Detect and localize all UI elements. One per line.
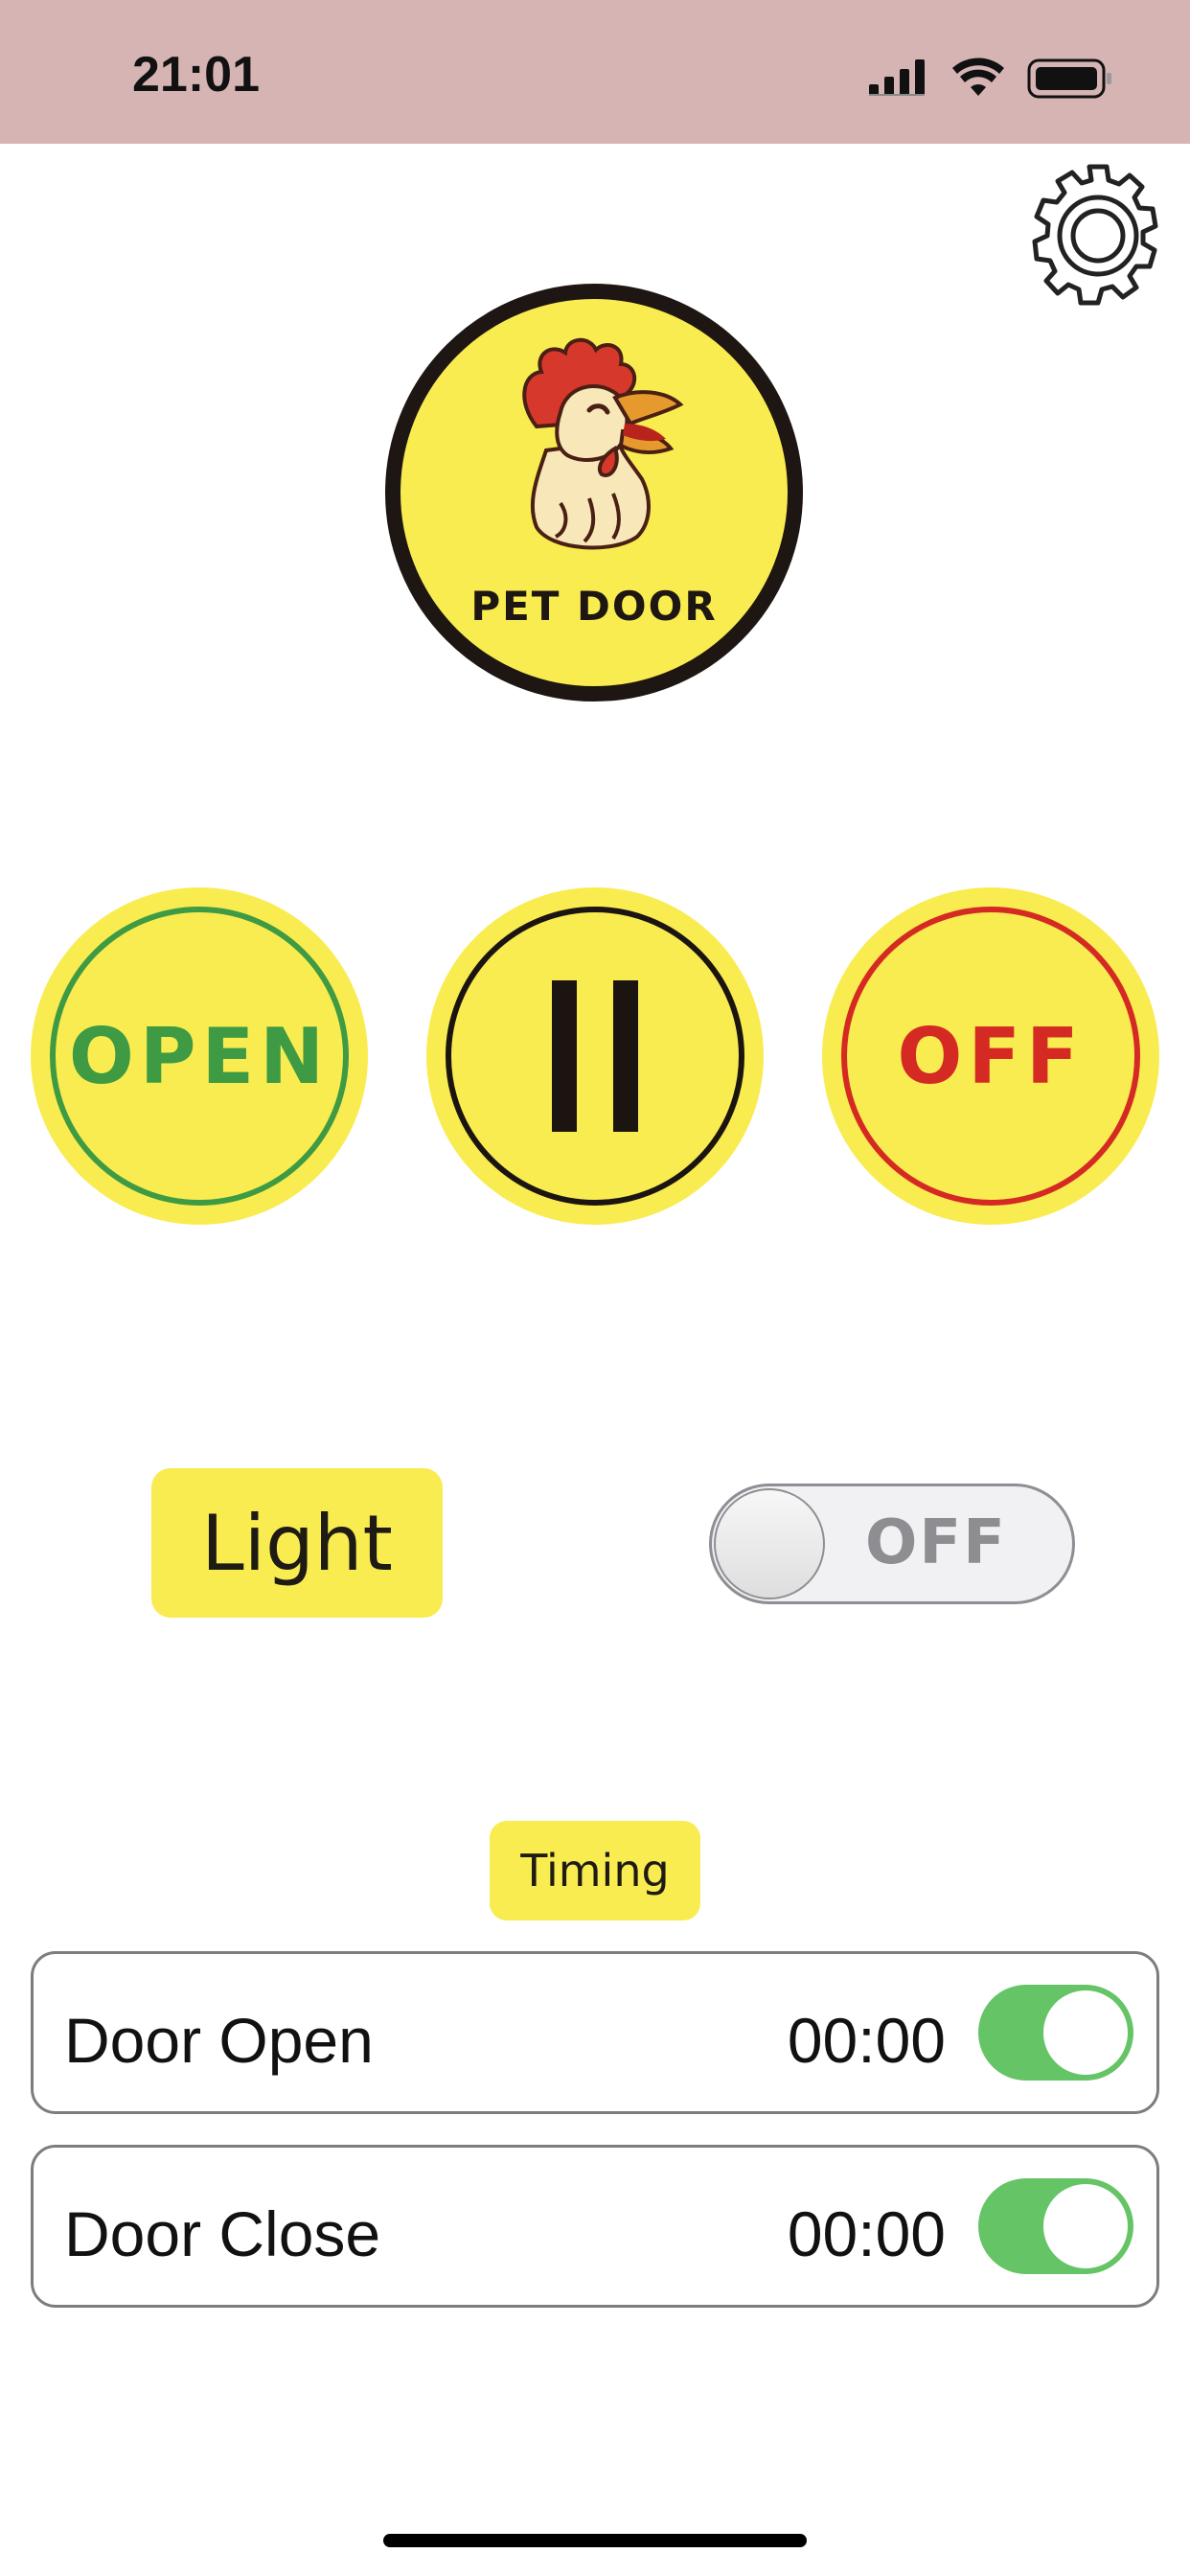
door-open-switch[interactable]: [978, 1985, 1133, 2081]
door-open-time[interactable]: 00:00: [788, 2004, 946, 2077]
app-screen: 21:01 PET DOOR OPEN OFF Light OFF Timing…: [0, 0, 1190, 2576]
open-button-label: OPEN: [68, 1011, 331, 1101]
off-button-label: OFF: [897, 1011, 1085, 1101]
pause-bar-right: [613, 980, 638, 1132]
light-toggle-knob[interactable]: [714, 1488, 825, 1599]
pet-door-logo: PET DOOR: [385, 284, 803, 702]
logo-text: PET DOOR: [470, 583, 718, 630]
door-close-timer-row[interactable]: Door Close 00:00: [31, 2145, 1159, 2308]
door-open-label: Door Open: [64, 2005, 374, 2076]
door-close-switch-knob: [1043, 2184, 1128, 2268]
door-close-switch[interactable]: [978, 2178, 1133, 2274]
light-toggle[interactable]: OFF: [709, 1484, 1075, 1604]
door-open-switch-knob: [1043, 1990, 1128, 2075]
pause-button-ring: [446, 907, 744, 1206]
home-indicator: [383, 2534, 807, 2547]
status-bar: 21:01: [0, 0, 1190, 144]
settings-button[interactable]: [1023, 161, 1173, 310]
door-close-label: Door Close: [64, 2198, 381, 2269]
light-toggle-state: OFF: [865, 1507, 1007, 1578]
gear-icon: [1032, 164, 1158, 306]
cellular-signal-icon: [869, 59, 925, 96]
status-time: 21:01: [132, 47, 260, 103]
door-close-time[interactable]: 00:00: [788, 2197, 946, 2270]
open-button-ring: OPEN: [50, 907, 349, 1206]
status-icons: [867, 56, 1116, 104]
battery-icon: [1027, 58, 1111, 99]
close-door-button[interactable]: OFF: [822, 887, 1159, 1225]
pause-icon: [552, 980, 638, 1132]
timing-label: Timing: [490, 1821, 700, 1920]
off-button-ring: OFF: [841, 907, 1140, 1206]
open-door-button[interactable]: OPEN: [31, 887, 368, 1225]
pause-bar-left: [552, 980, 577, 1132]
door-open-timer-row[interactable]: Door Open 00:00: [31, 1951, 1159, 2114]
rooster-icon: [522, 337, 684, 550]
light-label: Light: [151, 1468, 443, 1618]
pause-door-button[interactable]: [426, 887, 764, 1225]
wifi-icon: [952, 58, 1004, 96]
